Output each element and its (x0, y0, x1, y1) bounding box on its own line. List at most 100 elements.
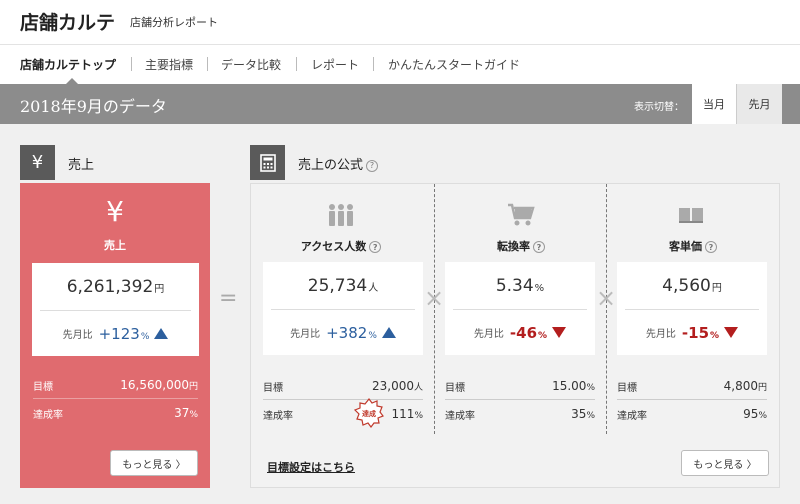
nav-item-report[interactable]: レポート (311, 56, 359, 73)
target-label: 目標 (33, 382, 53, 393)
conversion-value-number: 5.34 (495, 276, 534, 296)
toggle-current-month-button[interactable]: 当月 (692, 84, 736, 124)
conversion-value: 5.34% (445, 276, 595, 296)
compare-label: 先月比 (473, 329, 504, 340)
conversion-target-row: 目標 15.00% (445, 379, 595, 395)
target-value: 23,000人 (372, 379, 423, 393)
achieve-unit: % (586, 411, 595, 421)
target-number: 23,000 (371, 379, 414, 393)
sales-value: 6,261,392円 (32, 277, 199, 297)
times-sign: × (596, 284, 617, 312)
achieve-value: 95% (743, 407, 767, 421)
question-icon[interactable]: ? (533, 241, 545, 253)
compare-number: +123 (98, 324, 140, 343)
unit-price-value: 4,560円 (617, 276, 767, 296)
compare-number: +382 (326, 323, 368, 342)
sales-value-number: 6,261,392 (66, 277, 154, 297)
nav-separator (131, 57, 132, 71)
nav-item-compare[interactable]: データ比較 (221, 56, 281, 73)
box-divider (625, 309, 759, 310)
compare-unit: % (710, 330, 720, 341)
app-header: 店舗カルテ 店舗分析レポート (0, 0, 800, 44)
formula-more-button[interactable]: もっと見る 〉 (681, 450, 769, 476)
conversion-title-text: 転換率 (497, 240, 530, 253)
access-value-unit: 人 (368, 283, 379, 294)
unit-price-title: 客単価? (618, 238, 768, 254)
arrow-down-icon (552, 327, 567, 338)
access-title-text: アクセス人数 (300, 240, 367, 253)
compare-number: -15 (681, 323, 710, 342)
target-number: 4,800 (723, 379, 758, 393)
target-unit: 円 (757, 383, 767, 393)
compare-label: 先月比 (290, 329, 321, 340)
books-icon (676, 202, 706, 228)
times-sign: × (424, 284, 445, 312)
achieve-number: 111 (391, 407, 415, 421)
achieve-label: 達成率 (617, 411, 647, 422)
row-divider (445, 399, 595, 400)
question-icon[interactable]: ? (366, 159, 379, 172)
nav-separator (373, 57, 374, 71)
arrow-up-icon (381, 327, 396, 338)
achieve-unit: % (414, 411, 423, 421)
nav-item-key-metrics[interactable]: 主要指標 (145, 56, 193, 73)
arrow-up-icon (154, 328, 169, 339)
yen-icon: ¥ (20, 145, 55, 180)
conversion-compare: 先月比 -46% (445, 322, 595, 342)
app-title[interactable]: 店舗カルテ (20, 8, 115, 35)
compare-label: 先月比 (62, 330, 93, 341)
achieve-label: 達成率 (263, 411, 293, 422)
target-value: 15.00% (552, 379, 595, 393)
question-icon[interactable]: ? (369, 241, 382, 253)
equals-sign: = (219, 286, 238, 311)
achieve-unit: % (189, 410, 198, 420)
sales-more-button[interactable]: もっと見る 〉 (110, 450, 198, 476)
target-value: 16,560,000円 (120, 378, 198, 392)
unit-price-value-number: 4,560 (662, 276, 711, 296)
date-bar: 2018年9月のデータ 表示切替： 当月 先月 (0, 84, 800, 124)
access-value-box: 25,734人 先月比 +382% (263, 262, 423, 355)
unit-price-compare: 先月比 -15% (617, 322, 767, 342)
row-divider (617, 399, 767, 400)
target-label: 目標 (617, 383, 637, 394)
achieve-number: 95 (743, 407, 759, 421)
nav-item-top[interactable]: 店舗カルテトップ (20, 56, 116, 73)
active-nav-caret (66, 78, 78, 84)
unit-price-value-unit: 円 (711, 283, 722, 294)
access-target-row: 目標 23,000人 (263, 379, 423, 395)
calculator-icon (250, 145, 285, 180)
target-number: 15.00 (552, 379, 587, 393)
achieve-number: 35 (571, 407, 587, 421)
conversion-value-unit: % (534, 283, 545, 294)
unit-price-target-row: 目標 4,800円 (617, 379, 767, 395)
conversion-value-box: 5.34% 先月比 -46% (445, 262, 595, 355)
compare-number: -46 (509, 323, 538, 342)
achieve-label: 達成率 (33, 410, 63, 421)
arrow-down-icon (724, 327, 739, 338)
access-compare: 先月比 +382% (263, 322, 423, 342)
period-title: 2018年9月のデータ (20, 97, 167, 116)
yen-large-icon: ¥ (106, 195, 124, 228)
conversion-title: 転換率? (446, 238, 596, 254)
cart-icon (506, 202, 536, 228)
target-settings-link[interactable]: 目標設定はこちら (267, 459, 355, 475)
sales-value-unit: 円 (154, 284, 165, 295)
sales-value-box: 6,261,392円 先月比 +123% (32, 263, 199, 356)
achieve-value: 37% (174, 406, 198, 420)
nav-item-start-guide[interactable]: かんたんスタートガイド (388, 56, 520, 73)
toggle-previous-month-button[interactable]: 先月 (736, 84, 782, 124)
toggle-label: 表示切替： (634, 102, 684, 113)
sales-card-label: 売上 (104, 239, 126, 252)
sales-achieve-row: 達成率 37% (33, 406, 198, 422)
main-nav: 店舗カルテトップ 主要指標 データ比較 レポート かんたんスタートガイド (0, 45, 800, 83)
formula-section-title-text: 売上の公式 (298, 158, 364, 173)
achieve-value: 35% (571, 407, 595, 421)
compare-value: -15% (682, 324, 719, 342)
target-unit: % (586, 383, 595, 393)
formula-section-title: 売上の公式? (298, 154, 379, 173)
question-icon[interactable]: ? (705, 241, 717, 253)
compare-value: +123% (99, 325, 150, 343)
target-unit: 人 (413, 383, 423, 393)
box-divider (271, 309, 415, 310)
row-divider (33, 398, 198, 399)
